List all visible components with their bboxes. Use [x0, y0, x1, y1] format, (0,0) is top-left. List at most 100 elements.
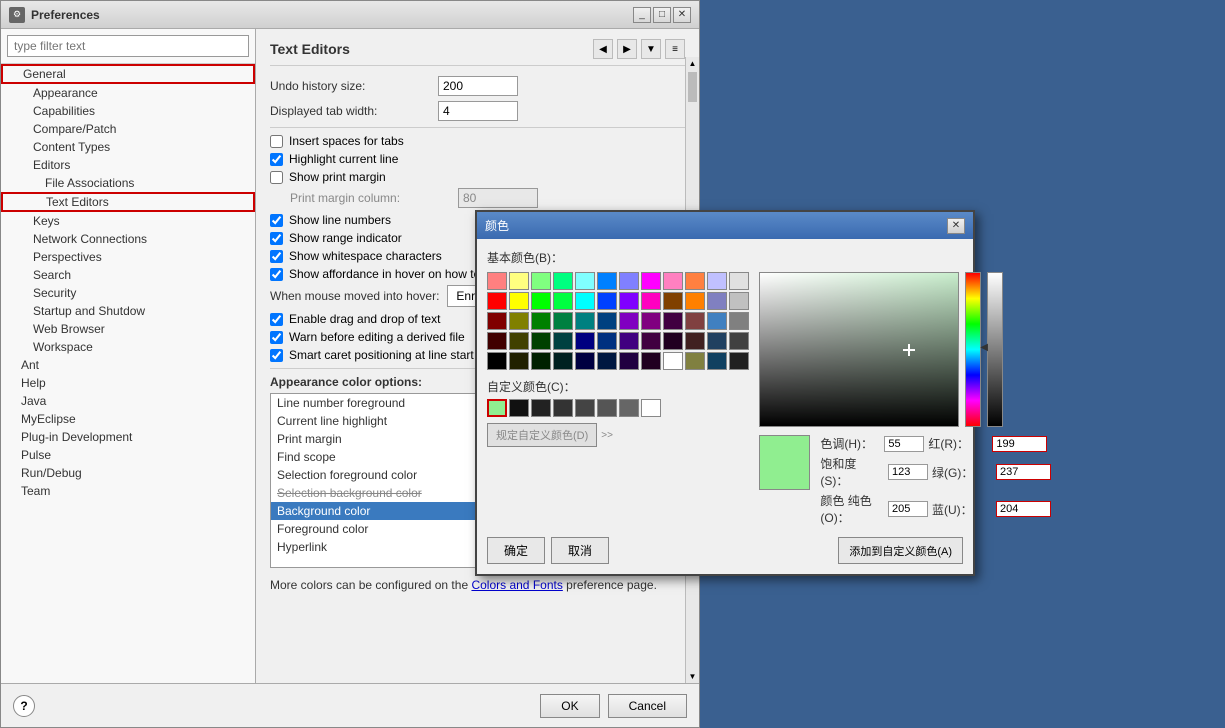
swatch-60[interactable] [729, 352, 749, 370]
scroll-up[interactable]: ▲ [686, 57, 699, 70]
swatch-8[interactable] [641, 272, 661, 290]
show-range-checkbox[interactable] [270, 232, 283, 245]
swatch-10[interactable] [685, 272, 705, 290]
swatch-43[interactable] [619, 332, 639, 350]
swatch-32[interactable] [641, 312, 661, 330]
tree-item-perspectives[interactable]: Perspectives [1, 248, 255, 266]
swatch-29[interactable] [575, 312, 595, 330]
color-item-sel-bg[interactable]: Selection background color [271, 484, 499, 502]
swatch-40[interactable] [553, 332, 573, 350]
red-input[interactable] [992, 436, 1047, 452]
swatch-11[interactable] [707, 272, 727, 290]
swatch-59[interactable] [707, 352, 727, 370]
color-item-sel-fg[interactable]: Selection foreground color [271, 466, 499, 484]
color-item-line-fg[interactable]: Line number foreground [271, 394, 499, 412]
tree-item-content-types[interactable]: Content Types [1, 138, 255, 156]
enable-drag-checkbox[interactable] [270, 313, 283, 326]
swatch-51[interactable] [531, 352, 551, 370]
tree-item-pulse[interactable]: Pulse [1, 446, 255, 464]
color-item-hyperlink[interactable]: Hyperlink [271, 538, 499, 556]
show-affordance-checkbox[interactable] [270, 268, 283, 281]
swatch-30[interactable] [597, 312, 617, 330]
color-ok-button[interactable]: 确定 [487, 537, 545, 564]
swatch-41[interactable] [575, 332, 595, 350]
swatch-26[interactable] [509, 312, 529, 330]
color-gradient[interactable] [759, 272, 959, 427]
custom-swatch-3[interactable] [531, 399, 551, 417]
swatch-58[interactable] [685, 352, 705, 370]
tree-item-web-browser[interactable]: Web Browser [1, 320, 255, 338]
tree-item-team[interactable]: Team [1, 482, 255, 500]
tree-item-compare[interactable]: Compare/Patch [1, 120, 255, 138]
colors-fonts-link[interactable]: Colors and Fonts [471, 578, 562, 592]
swatch-47[interactable] [707, 332, 727, 350]
swatch-28[interactable] [553, 312, 573, 330]
swatch-20[interactable] [641, 292, 661, 310]
hue-strip[interactable]: ◀ [965, 272, 981, 427]
swatch-13[interactable] [487, 292, 507, 310]
swatch-38[interactable] [509, 332, 529, 350]
swatch-48[interactable] [729, 332, 749, 350]
blue-input[interactable] [996, 501, 1051, 517]
hue-input[interactable] [884, 436, 924, 452]
scroll-down[interactable]: ▼ [686, 672, 699, 681]
swatch-45[interactable] [663, 332, 683, 350]
swatch-17[interactable] [575, 292, 595, 310]
swatch-5[interactable] [575, 272, 595, 290]
swatch-16[interactable] [553, 292, 573, 310]
define-custom-button[interactable]: 规定自定义颜色(D) [487, 423, 597, 447]
tree-item-java[interactable]: Java [1, 392, 255, 410]
color-item-print-margin[interactable]: Print margin [271, 430, 499, 448]
color-dialog-close-button[interactable]: ✕ [947, 218, 965, 234]
swatch-57[interactable] [663, 352, 683, 370]
swatch-39[interactable] [531, 332, 551, 350]
color-item-fg[interactable]: Foreground color [271, 520, 499, 538]
close-button[interactable]: ✕ [673, 7, 691, 23]
tree-item-security[interactable]: Security [1, 284, 255, 302]
swatch-3[interactable] [531, 272, 551, 290]
warn-before-checkbox[interactable] [270, 331, 283, 344]
tree-item-general[interactable]: General [1, 64, 255, 84]
nav-back-button[interactable]: ◀ [593, 39, 613, 59]
swatch-6[interactable] [597, 272, 617, 290]
tree-item-plugin-dev[interactable]: Plug-in Development [1, 428, 255, 446]
print-margin-input[interactable] [458, 188, 538, 208]
filter-input[interactable] [7, 35, 249, 57]
custom-swatch-4[interactable] [553, 399, 573, 417]
tree-item-search[interactable]: Search [1, 266, 255, 284]
swatch-2[interactable] [509, 272, 529, 290]
more-button[interactable]: ≡ [665, 39, 685, 59]
tree-item-run-debug[interactable]: Run/Debug [1, 464, 255, 482]
swatch-54[interactable] [597, 352, 617, 370]
swatch-12[interactable] [729, 272, 749, 290]
show-whitespace-checkbox[interactable] [270, 250, 283, 263]
highlight-checkbox[interactable] [270, 153, 283, 166]
brightness-strip[interactable] [987, 272, 1003, 427]
swatch-53[interactable] [575, 352, 595, 370]
expand-button[interactable]: ▼ [641, 39, 661, 59]
tree-item-capabilities[interactable]: Capabilities [1, 102, 255, 120]
swatch-42[interactable] [597, 332, 617, 350]
insert-spaces-checkbox[interactable] [270, 135, 283, 148]
swatch-7[interactable] [619, 272, 639, 290]
custom-swatch-2[interactable] [509, 399, 529, 417]
swatch-44[interactable] [641, 332, 661, 350]
sat-input[interactable] [888, 464, 928, 480]
swatch-4[interactable] [553, 272, 573, 290]
swatch-24[interactable] [729, 292, 749, 310]
tree-item-help[interactable]: Help [1, 374, 255, 392]
show-print-checkbox[interactable] [270, 171, 283, 184]
swatch-56[interactable] [641, 352, 661, 370]
custom-swatch-7[interactable] [619, 399, 639, 417]
green-input[interactable] [996, 464, 1051, 480]
swatch-25[interactable] [487, 312, 507, 330]
custom-swatch-5[interactable] [575, 399, 595, 417]
help-button[interactable]: ? [13, 695, 35, 717]
lum-input[interactable] [888, 501, 928, 517]
color-item-current-line[interactable]: Current line highlight [271, 412, 499, 430]
swatch-15[interactable] [531, 292, 551, 310]
ok-button[interactable]: OK [540, 694, 599, 718]
swatch-19[interactable] [619, 292, 639, 310]
swatch-34[interactable] [685, 312, 705, 330]
swatch-35[interactable] [707, 312, 727, 330]
